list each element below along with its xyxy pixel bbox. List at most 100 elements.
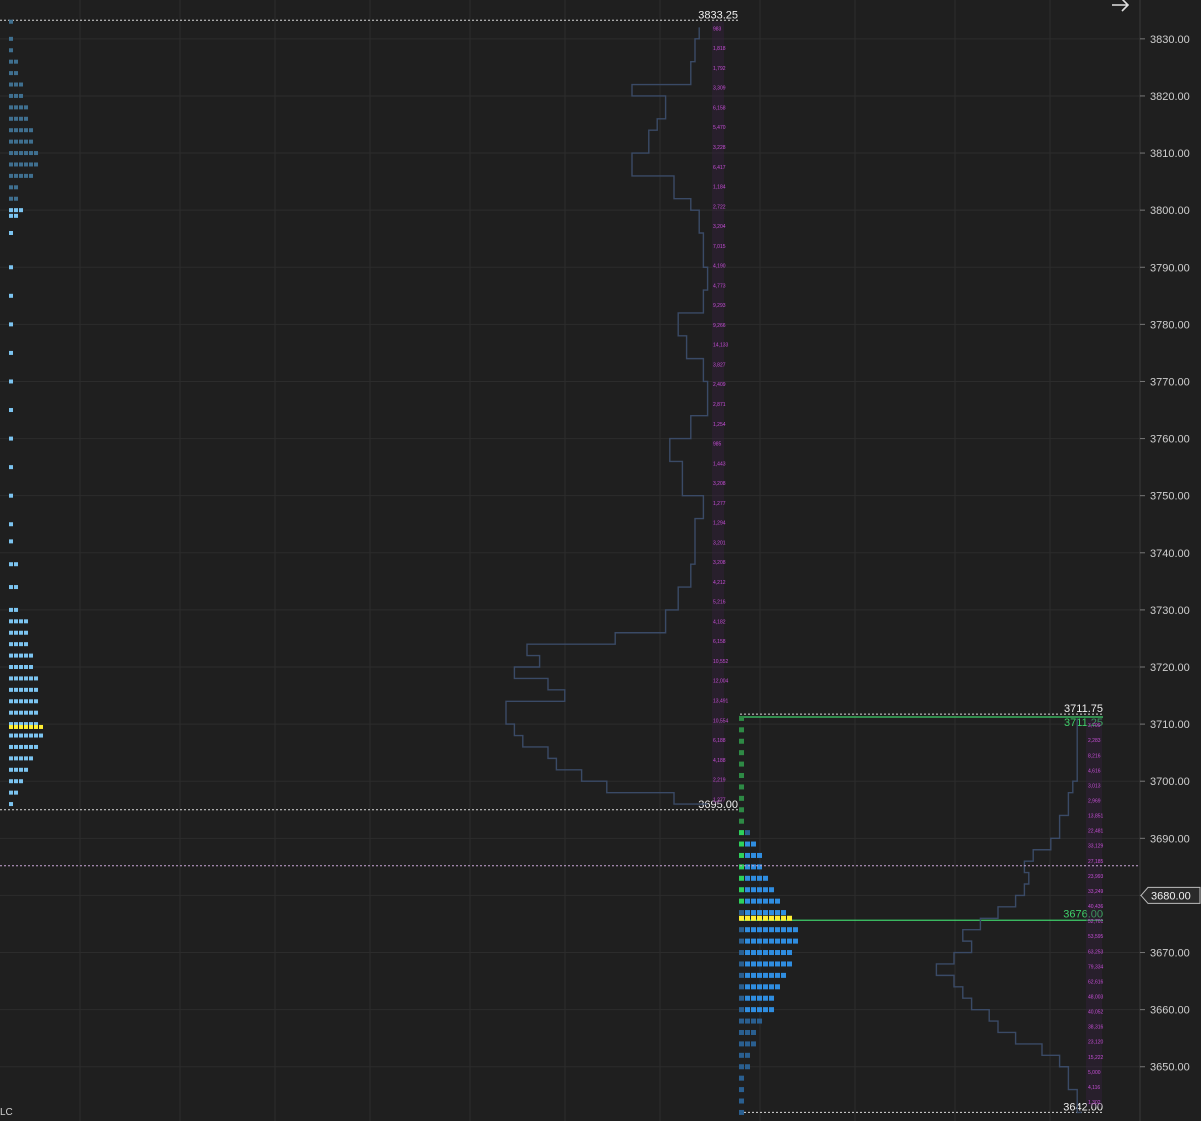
tpo-block bbox=[9, 59, 13, 64]
tpo-block bbox=[9, 802, 13, 807]
tpo-block bbox=[739, 1087, 744, 1093]
tpo-block bbox=[34, 710, 38, 715]
tpo-block bbox=[763, 915, 768, 921]
tpo-block bbox=[9, 665, 13, 670]
tpo-block bbox=[745, 984, 750, 990]
tpo-block bbox=[14, 128, 18, 133]
tpo-block bbox=[763, 995, 768, 1001]
profile-1: 3833.253695.009831,8181,7923,3096,1585,4… bbox=[0, 9, 738, 811]
profile-2: 3711.753711.253676.003642.003,7992,2838,… bbox=[739, 703, 1104, 1115]
tpo-block bbox=[9, 465, 13, 470]
volume-label: 1,443 bbox=[713, 461, 726, 467]
tpo-block bbox=[781, 961, 786, 967]
tpo-block bbox=[19, 733, 23, 738]
tpo-block bbox=[29, 665, 33, 670]
tpo-block bbox=[19, 619, 23, 624]
tpo-block bbox=[34, 687, 38, 692]
tpo-block bbox=[24, 699, 28, 704]
current-price-label: 3680.00 bbox=[1151, 890, 1191, 902]
volume-label: 14,133 bbox=[713, 343, 729, 349]
tpo-block bbox=[9, 653, 13, 658]
tpo-block bbox=[9, 162, 13, 167]
tpo-block bbox=[775, 961, 780, 967]
tpo-block bbox=[739, 852, 744, 858]
tpo-block bbox=[9, 733, 13, 738]
volume-label: 8,216 bbox=[1088, 753, 1101, 759]
volume-label: 3,228 bbox=[713, 145, 726, 151]
tpo-block bbox=[739, 750, 744, 756]
tpo-block bbox=[745, 927, 750, 933]
tpo-block bbox=[787, 915, 792, 921]
volume-label: 4,773 bbox=[713, 283, 726, 289]
tpo-block bbox=[29, 139, 33, 144]
tpo-block bbox=[14, 744, 18, 749]
price-tick-label: 3770.00 bbox=[1150, 376, 1190, 388]
tpo-block bbox=[39, 724, 43, 729]
scroll-to-latest-button[interactable] bbox=[1112, 0, 1130, 12]
tpo-block bbox=[745, 841, 750, 847]
tpo-block bbox=[745, 1029, 750, 1035]
price-tick-label: 3710.00 bbox=[1150, 719, 1190, 731]
tpo-block bbox=[751, 1041, 756, 1047]
volume-label: 2,219 bbox=[713, 778, 726, 784]
tpo-block bbox=[739, 830, 744, 836]
tpo-block bbox=[757, 915, 762, 921]
tpo-block bbox=[9, 619, 13, 624]
tpo-block bbox=[751, 852, 756, 858]
tpo-block bbox=[745, 1018, 750, 1024]
tpo-block bbox=[14, 585, 18, 590]
tpo-block bbox=[19, 710, 23, 715]
tpo-block bbox=[775, 898, 780, 904]
tpo-block bbox=[739, 938, 744, 944]
tpo-block bbox=[24, 767, 28, 772]
tpo-block bbox=[751, 875, 756, 881]
tpo-block bbox=[757, 852, 762, 858]
tpo-block bbox=[24, 116, 28, 121]
tpo-block bbox=[19, 653, 23, 658]
tpo-block bbox=[775, 938, 780, 944]
tpo-block bbox=[29, 733, 33, 738]
tpo-block bbox=[751, 961, 756, 967]
volume-label: 3,204 bbox=[713, 224, 726, 230]
tpo-block bbox=[9, 93, 13, 98]
tpo-block bbox=[24, 665, 28, 670]
tpo-block bbox=[763, 927, 768, 933]
tpo-block bbox=[775, 950, 780, 956]
price-tick-label: 3700.00 bbox=[1150, 776, 1190, 788]
tpo-block bbox=[769, 898, 774, 904]
tpo-block bbox=[9, 779, 13, 784]
volume-label: 40,436 bbox=[1088, 904, 1104, 910]
tpo-block bbox=[14, 59, 18, 64]
tpo-block bbox=[745, 915, 750, 921]
tpo-block bbox=[19, 151, 23, 156]
tpo-block bbox=[14, 607, 18, 612]
arrow-right-icon[interactable] bbox=[1112, 0, 1130, 12]
tpo-block bbox=[14, 733, 18, 738]
tpo-block bbox=[29, 687, 33, 692]
tpo-block bbox=[745, 875, 750, 881]
volume-label-column bbox=[1086, 718, 1102, 1107]
tpo-block bbox=[19, 630, 23, 635]
tpo-block bbox=[745, 864, 750, 870]
tpo-block bbox=[763, 875, 768, 881]
volume-label: 1,277 bbox=[713, 501, 726, 507]
tpo-block bbox=[739, 1018, 744, 1024]
tpo-block bbox=[739, 1041, 744, 1047]
price-tick-label: 3730.00 bbox=[1150, 605, 1190, 617]
tpo-block bbox=[757, 1007, 762, 1013]
tpo-block bbox=[763, 910, 768, 916]
market-profile-chart[interactable]: 3833.253695.009831,8181,7923,3096,1585,4… bbox=[0, 0, 1201, 1121]
tpo-block bbox=[763, 950, 768, 956]
tpo-block bbox=[9, 230, 13, 235]
volume-profile-line bbox=[505, 27, 709, 805]
tpo-block bbox=[24, 710, 28, 715]
volume-label: 5,216 bbox=[713, 600, 726, 606]
price-tick-label: 3810.00 bbox=[1150, 148, 1190, 160]
tpo-block bbox=[757, 995, 762, 1001]
tpo-block bbox=[781, 938, 786, 944]
tpo-block bbox=[745, 938, 750, 944]
volume-label: 2,871 bbox=[713, 402, 726, 408]
tpo-block bbox=[24, 128, 28, 133]
tpo-block bbox=[757, 1018, 762, 1024]
volume-label: 23,120 bbox=[1088, 1040, 1104, 1046]
